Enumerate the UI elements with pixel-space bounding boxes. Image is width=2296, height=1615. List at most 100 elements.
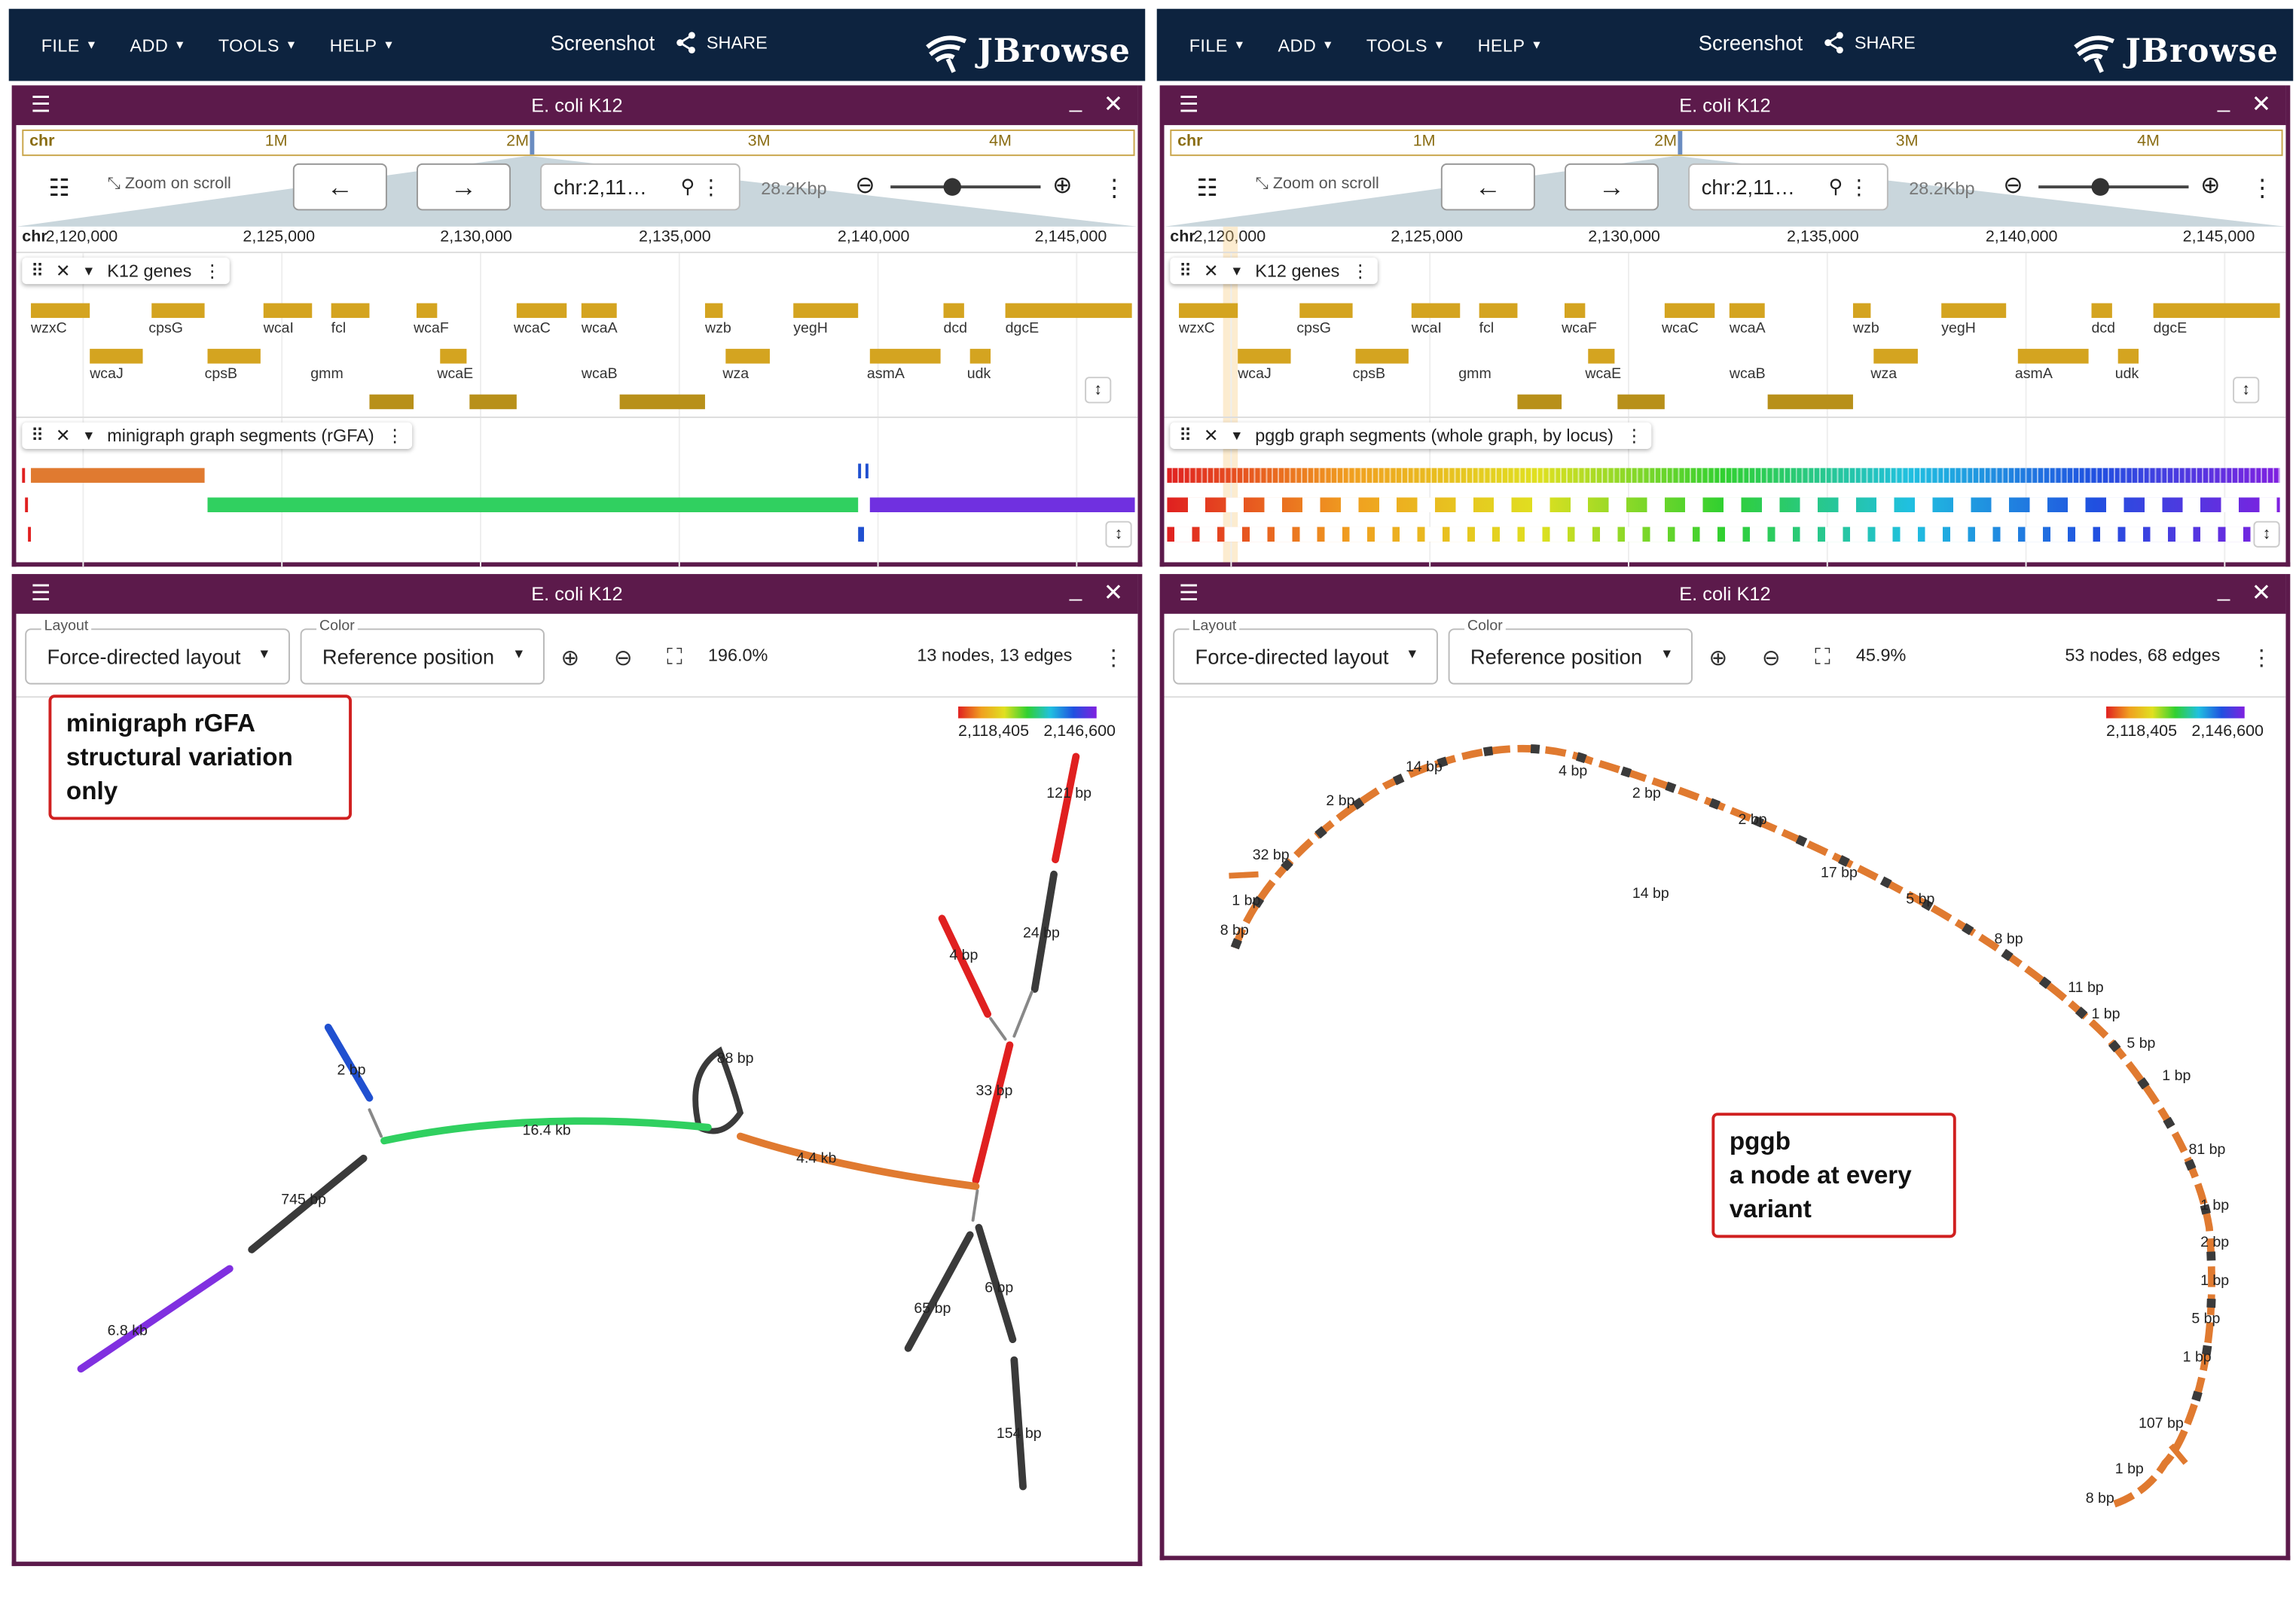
gene-feature[interactable] bbox=[1729, 303, 1765, 319]
track-height-icon[interactable]: ↕ bbox=[1105, 521, 1132, 548]
track-height-icon[interactable]: ↕ bbox=[1085, 377, 1112, 404]
gene-feature[interactable] bbox=[704, 303, 723, 319]
more-vert-icon[interactable]: ⋮ bbox=[2251, 645, 2273, 671]
zoom-in-icon[interactable]: ⊕ bbox=[1708, 645, 1727, 671]
gene-feature[interactable] bbox=[1664, 303, 1715, 319]
caret-down-icon[interactable]: ▼ bbox=[1230, 264, 1243, 279]
more-vert-icon[interactable]: ⋮ bbox=[1351, 261, 1369, 281]
gene-feature[interactable] bbox=[1588, 349, 1615, 364]
gene-feature[interactable] bbox=[1873, 349, 1918, 364]
menu-add[interactable]: ADD ▼ bbox=[130, 35, 186, 55]
gene-feature[interactable] bbox=[2117, 349, 2139, 364]
gene-feature[interactable] bbox=[1517, 394, 1562, 410]
drag-handle-icon[interactable]: ⠿ bbox=[1179, 261, 1192, 281]
menu-tools[interactable]: TOOLS ▼ bbox=[1366, 35, 1446, 55]
gene-feature[interactable] bbox=[1564, 303, 1586, 319]
caret-down-icon[interactable]: ▼ bbox=[82, 429, 95, 444]
track-height-icon[interactable]: ↕ bbox=[2233, 377, 2260, 404]
gene-feature[interactable] bbox=[1767, 394, 1853, 410]
gene-feature[interactable] bbox=[263, 303, 313, 319]
zoom-in-icon[interactable]: ⊕ bbox=[1052, 171, 1072, 200]
session-name[interactable]: Screenshot bbox=[551, 31, 655, 54]
track-height-icon[interactable]: ↕ bbox=[2253, 521, 2280, 548]
graph-segment[interactable] bbox=[865, 463, 869, 479]
graph-segment-band[interactable] bbox=[1167, 527, 2280, 542]
layout-select[interactable]: Layout Force-directed layout ▼ bbox=[1173, 618, 1438, 685]
graph-segment[interactable] bbox=[25, 497, 29, 512]
close-icon[interactable]: ✕ bbox=[1104, 90, 1123, 119]
menu-help[interactable]: HELP ▼ bbox=[330, 35, 395, 55]
gene-feature[interactable] bbox=[1479, 303, 1518, 319]
gene-feature[interactable] bbox=[1299, 303, 1353, 319]
pan-left-button[interactable]: ← bbox=[1440, 163, 1535, 211]
track-selector-icon[interactable]: ☷ bbox=[48, 174, 69, 203]
zoom-out-icon[interactable]: ⊖ bbox=[2003, 171, 2023, 200]
graph-canvas[interactable]: 14 bp 2 bp 4 bp 2 bp 14 bp 2 bp 32 bp 17… bbox=[1164, 698, 2285, 1562]
view-menu-icon[interactable]: ⋮ bbox=[1103, 174, 1126, 203]
close-icon[interactable]: ✕ bbox=[1104, 579, 1123, 608]
gene-feature[interactable] bbox=[943, 303, 964, 319]
close-icon[interactable]: ✕ bbox=[56, 261, 71, 281]
share-button[interactable]: SHARE bbox=[1822, 31, 1916, 54]
drag-handle-icon[interactable]: ⠿ bbox=[31, 426, 44, 446]
gene-feature[interactable] bbox=[369, 394, 414, 410]
overview-viewport-marker[interactable] bbox=[530, 130, 535, 155]
gene-feature[interactable] bbox=[2017, 349, 2089, 364]
graph-segment-band[interactable] bbox=[1167, 468, 2280, 483]
zoom-slider[interactable] bbox=[2038, 178, 2189, 196]
graph-segment[interactable] bbox=[22, 468, 26, 483]
gene-feature[interactable] bbox=[331, 303, 370, 319]
overview-scale-bar[interactable]: chr 1M 2M 3M 4M bbox=[1170, 129, 2283, 157]
color-select[interactable]: Color Reference position ▼ bbox=[300, 618, 545, 685]
track-selector-icon[interactable]: ☷ bbox=[1196, 174, 1217, 203]
gene-feature[interactable] bbox=[793, 303, 859, 319]
graph-segment[interactable] bbox=[207, 497, 859, 512]
minimize-icon[interactable]: _ bbox=[2218, 88, 2230, 113]
gene-feature[interactable] bbox=[2091, 303, 2112, 319]
pan-right-button[interactable]: → bbox=[1564, 163, 1659, 211]
caret-down-icon[interactable]: ▼ bbox=[1230, 429, 1243, 444]
minimize-icon[interactable]: _ bbox=[1070, 577, 1082, 602]
caret-down-icon[interactable]: ▼ bbox=[82, 264, 95, 279]
pan-right-button[interactable]: → bbox=[416, 163, 511, 211]
close-icon[interactable]: ✕ bbox=[56, 426, 71, 446]
gene-feature[interactable] bbox=[1852, 303, 1871, 319]
zoom-slider[interactable] bbox=[890, 178, 1041, 196]
overview-scale-bar[interactable]: chr 1M 2M 3M 4M bbox=[22, 129, 1135, 157]
gene-feature[interactable] bbox=[1617, 394, 1665, 410]
session-name[interactable]: Screenshot bbox=[1699, 31, 1803, 54]
fit-icon[interactable]: ⛶ bbox=[667, 645, 682, 670]
more-vert-icon[interactable]: ⋮ bbox=[1849, 176, 1869, 200]
graph-segment[interactable] bbox=[869, 497, 1135, 512]
graph-canvas[interactable]: 121 bp 24 bp 4 bp 33 bp 88 bp 2 bp 16.4 … bbox=[16, 698, 1137, 1562]
gene-feature[interactable] bbox=[969, 349, 991, 364]
close-icon[interactable]: ✕ bbox=[1204, 261, 1219, 281]
graph-segment[interactable] bbox=[31, 468, 205, 483]
zoom-on-scroll-toggle[interactable]: ⤡ Zoom on scroll bbox=[1256, 176, 1379, 194]
menu-add[interactable]: ADD ▼ bbox=[1278, 35, 1334, 55]
close-icon[interactable]: ✕ bbox=[2252, 90, 2271, 119]
gene-feature[interactable] bbox=[516, 303, 567, 319]
more-vert-icon[interactable]: ⋮ bbox=[1626, 426, 1643, 446]
graph-segment-band[interactable] bbox=[1167, 497, 2280, 512]
pan-left-button[interactable]: ← bbox=[292, 163, 387, 211]
zoom-out-icon[interactable]: ⊖ bbox=[614, 645, 633, 671]
view-menu-icon[interactable]: ⋮ bbox=[2251, 174, 2274, 203]
gene-feature[interactable] bbox=[440, 349, 467, 364]
zoom-in-icon[interactable]: ⊕ bbox=[2200, 171, 2220, 200]
color-select[interactable]: Color Reference position ▼ bbox=[1448, 618, 1693, 685]
share-button[interactable]: SHARE bbox=[674, 31, 768, 54]
zoom-in-icon[interactable]: ⊕ bbox=[560, 645, 579, 671]
zoom-out-icon[interactable]: ⊖ bbox=[855, 171, 875, 200]
gene-feature[interactable] bbox=[1941, 303, 2007, 319]
zoom-on-scroll-toggle[interactable]: ⤡ Zoom on scroll bbox=[108, 176, 231, 194]
more-vert-icon[interactable]: ⋮ bbox=[386, 426, 403, 446]
more-vert-icon[interactable]: ⋮ bbox=[1103, 645, 1125, 671]
zoom-slider-thumb[interactable] bbox=[2091, 178, 2109, 196]
gene-feature[interactable] bbox=[469, 394, 517, 410]
location-input[interactable]: chr:2,11… ⚲ ⋮ bbox=[540, 163, 740, 211]
gene-feature[interactable] bbox=[1411, 303, 1461, 319]
zoom-out-icon[interactable]: ⊖ bbox=[1762, 645, 1781, 671]
graph-segment[interactable] bbox=[858, 527, 864, 542]
gene-feature[interactable] bbox=[1179, 303, 1238, 319]
